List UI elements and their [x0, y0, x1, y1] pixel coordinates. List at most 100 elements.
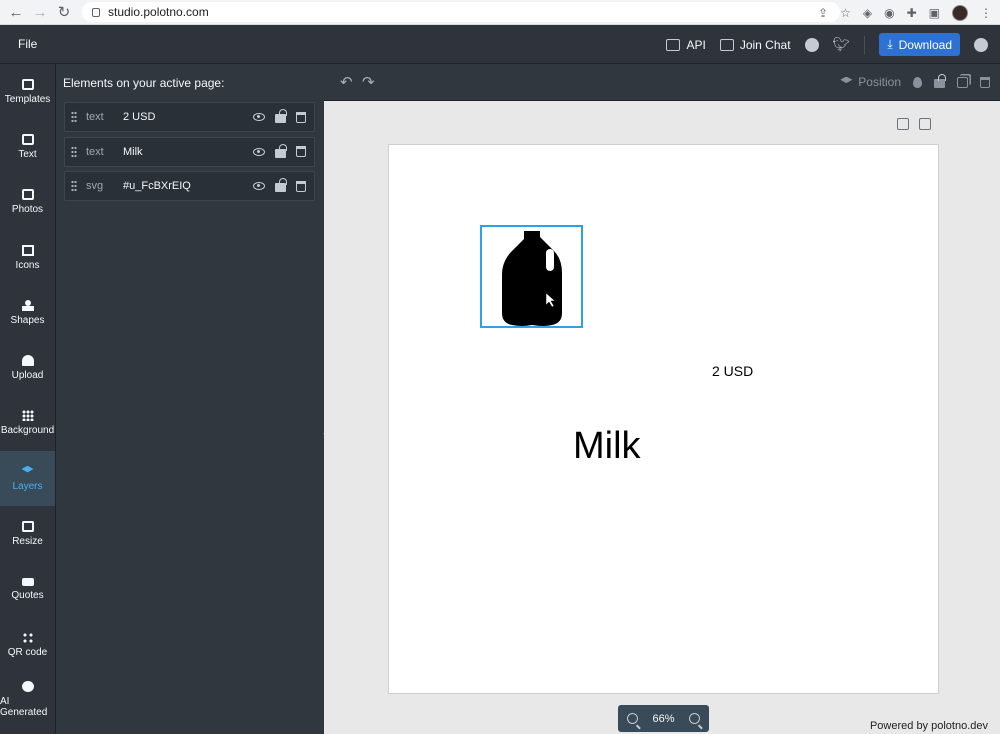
unlock-icon[interactable]	[275, 178, 287, 192]
trash-icon[interactable]	[296, 180, 306, 192]
price-text[interactable]: 2 USD	[712, 363, 753, 379]
eye-icon[interactable]	[253, 113, 265, 121]
layer-type: text	[86, 111, 104, 123]
layers-stack-icon	[840, 76, 853, 84]
join-chat-button[interactable]: Join Chat	[719, 38, 791, 52]
panel-title: Elements on your active page:	[63, 76, 225, 90]
tab-text[interactable]: Text	[0, 119, 55, 174]
tab-icons[interactable]: Icons	[0, 230, 55, 285]
powered-by-link[interactable]: Powered by polotno.dev	[870, 720, 988, 732]
layer-name: 2 USD	[123, 111, 156, 123]
layers-panel: Elements on your active page: text 2 USD…	[56, 64, 324, 734]
github-icon[interactable]	[804, 37, 819, 52]
add-page-icon[interactable]	[919, 118, 931, 130]
tab-label: Upload	[11, 370, 44, 382]
duplicate-icon[interactable]	[957, 76, 968, 88]
tab-ai-generated[interactable]: AI Generated	[0, 672, 55, 727]
eye-icon[interactable]	[253, 147, 265, 156]
quotes-icon	[21, 577, 34, 586]
redo-icon[interactable]: ↷	[362, 73, 375, 91]
api-label: API	[686, 37, 706, 52]
layer-type: svg	[86, 180, 104, 192]
tab-label: QR code	[7, 646, 48, 658]
user-icon[interactable]	[974, 37, 988, 52]
tab-label: Quotes	[11, 589, 44, 601]
tab-label: Icons	[15, 259, 40, 271]
delete-icon[interactable]	[980, 76, 990, 88]
unlock-icon[interactable]	[275, 143, 287, 158]
milk-jug-icon	[501, 230, 562, 326]
layer-name: Milk	[123, 145, 143, 158]
ai-icon	[21, 681, 34, 693]
avatar[interactable]	[952, 4, 968, 21]
drag-handle-icon[interactable]	[71, 111, 77, 123]
eye-icon[interactable]	[253, 182, 265, 190]
extension-shield-icon[interactable]: ◈	[863, 6, 872, 20]
photos-icon	[21, 189, 34, 201]
drag-handle-icon[interactable]	[71, 145, 77, 158]
discord-icon	[719, 38, 734, 51]
editor-toolbar: ↶ ↷ Position	[324, 64, 1000, 101]
reload-icon[interactable]: ↻	[52, 0, 76, 24]
side-tabs: Templates Text Photos Icons Shapes Uploa…	[0, 64, 56, 734]
title-text[interactable]: Milk	[573, 425, 641, 468]
url-text: studio.polotno.com	[108, 5, 209, 19]
tab-quotes[interactable]: Quotes	[0, 562, 55, 617]
resize-icon	[21, 521, 34, 533]
tab-shapes[interactable]: Shapes	[0, 285, 55, 340]
star-icon[interactable]: ☆	[840, 6, 851, 20]
kebab-menu-icon[interactable]: ⋮	[980, 6, 992, 20]
position-button[interactable]: Position	[840, 75, 901, 89]
trash-icon[interactable]	[296, 146, 306, 157]
download-button[interactable]: ⤓ Download	[879, 33, 960, 56]
tab-layers[interactable]: Layers	[0, 451, 55, 507]
app-topbar: File API Join Chat 🐦︎ ⤓ Download	[0, 25, 1000, 64]
layer-row[interactable]: text Milk	[64, 136, 315, 167]
zoom-value: 66%	[652, 712, 675, 725]
tab-label: Layers	[12, 480, 43, 492]
upload-icon	[21, 355, 34, 367]
tab-qr-code[interactable]: QR code	[0, 617, 55, 672]
share-icon[interactable]: ⇪	[818, 6, 828, 20]
twitter-icon[interactable]: 🐦︎	[833, 36, 851, 53]
layers-icon	[21, 465, 34, 473]
layer-row[interactable]: svg #u_FcBXrEIQ	[64, 171, 315, 201]
zoom-out-icon[interactable]	[627, 713, 638, 724]
undo-icon[interactable]: ↶	[340, 73, 353, 91]
tab-label: Resize	[12, 536, 43, 548]
trash-icon[interactable]	[296, 111, 306, 123]
forward-icon[interactable]: →	[28, 0, 52, 24]
back-icon[interactable]: ←	[4, 0, 28, 24]
unlock-icon[interactable]	[275, 109, 287, 123]
opacity-icon[interactable]	[913, 76, 922, 88]
shapes-icon	[21, 299, 34, 311]
duplicate-page-icon[interactable]	[897, 118, 909, 130]
tab-background[interactable]: Background	[0, 396, 55, 451]
tab-upload[interactable]: Upload	[0, 340, 55, 395]
download-label: Download	[898, 37, 952, 52]
tab-templates[interactable]: Templates	[0, 64, 55, 119]
puzzle-icon[interactable]: ✚	[907, 6, 917, 20]
tab-resize[interactable]: Resize	[0, 506, 55, 561]
address-bar[interactable]: studio.polotno.com	[82, 2, 840, 22]
lock-icon	[92, 7, 100, 17]
code-icon	[666, 38, 681, 51]
zoom-control: 66%	[618, 705, 709, 732]
canvas-page[interactable]: 2 USD Milk	[388, 144, 939, 694]
lock-icon[interactable]	[934, 74, 946, 88]
tab-photos[interactable]: Photos	[0, 175, 55, 230]
drag-handle-icon[interactable]	[71, 180, 77, 192]
tab-label: AI Generated	[0, 696, 48, 719]
file-menu[interactable]: File	[18, 37, 37, 51]
sidepanel-icon[interactable]: ▣	[929, 6, 940, 20]
tab-label: Templates	[4, 93, 51, 105]
layer-name: #u_FcBXrEIQ	[123, 180, 191, 192]
divider	[864, 35, 866, 54]
milk-jug-image[interactable]	[480, 225, 583, 328]
download-icon: ⤓	[887, 37, 893, 51]
extension-g-icon[interactable]: ◉	[884, 6, 894, 20]
layer-row[interactable]: text 2 USD	[64, 102, 315, 132]
layers-list: text 2 USD text Milk svg #u_FcBXrEIQ	[64, 102, 315, 206]
api-button[interactable]: API	[666, 37, 706, 52]
zoom-in-icon[interactable]	[689, 713, 700, 724]
